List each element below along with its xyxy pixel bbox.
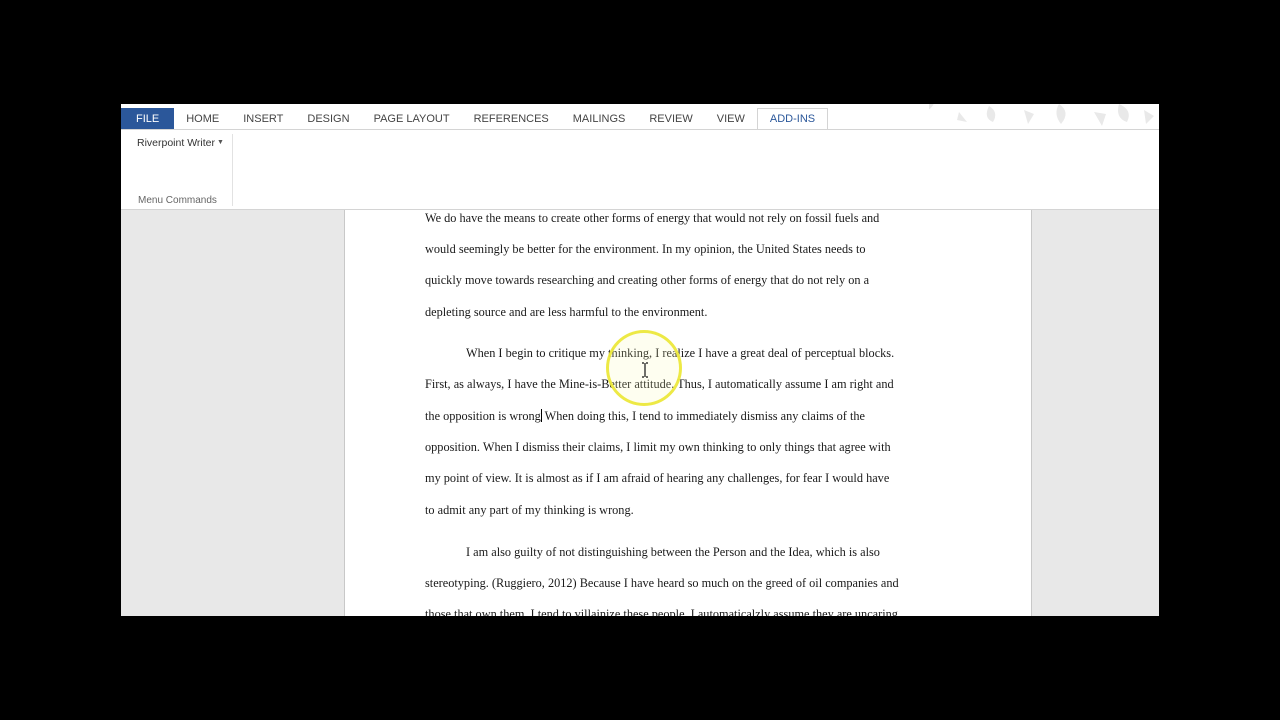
tab-insert[interactable]: INSERT: [231, 108, 295, 130]
text-line: We do have the means to create other for…: [425, 211, 880, 225]
text-line: would seemingly be better for the enviro…: [425, 242, 866, 256]
tab-review[interactable]: REVIEW: [637, 108, 704, 130]
chevron-down-icon: ▼: [217, 139, 224, 146]
tab-page-layout[interactable]: PAGE LAYOUT: [362, 108, 462, 130]
riverpoint-writer-label: Riverpoint Writer: [137, 137, 215, 149]
riverpoint-writer-dropdown[interactable]: Riverpoint Writer ▼: [137, 137, 224, 149]
text-line-with-caret: the opposition is wrong When doing this,…: [425, 408, 865, 424]
tab-design[interactable]: DESIGN: [295, 108, 361, 130]
group-label: Menu Commands: [138, 195, 217, 206]
word-window: FILE HOME INSERT DESIGN PAGE LAYOUT REFE…: [121, 104, 1159, 616]
text-line: stereotyping. (Ruggiero, 2012) Because I…: [425, 576, 899, 590]
text-after-caret: When doing this, I tend to immediately d…: [541, 409, 865, 423]
text-line: When I begin to critique my thinking, I …: [466, 346, 895, 360]
ribbon-tabs: FILE HOME INSERT DESIGN PAGE LAYOUT REFE…: [121, 108, 829, 130]
group-separator: [232, 134, 233, 206]
text-line: opposition. When I dismiss their claims,…: [425, 440, 891, 454]
text-line: I am also guilty of not distinguishing b…: [466, 545, 880, 559]
tab-file[interactable]: FILE: [121, 108, 175, 130]
tab-add-ins[interactable]: ADD-INS: [756, 108, 829, 130]
text-line: my point of view. It is almost as if I a…: [425, 471, 890, 485]
text-line: those that own them, I tend to villainiz…: [425, 607, 898, 616]
document-page[interactable]: We do have the means to create other for…: [344, 210, 1032, 616]
document-area[interactable]: We do have the means to create other for…: [121, 210, 1159, 616]
ribbon-panel: Riverpoint Writer ▼ Menu Commands: [121, 130, 1159, 210]
decorative-leaves: [929, 104, 1154, 126]
text-line: First, as always, I have the Mine-is-Bet…: [425, 377, 894, 391]
tab-mailings[interactable]: MAILINGS: [561, 108, 638, 130]
tab-references[interactable]: REFERENCES: [462, 108, 561, 130]
text-before-caret: the opposition is wrong: [425, 409, 541, 423]
tab-view[interactable]: VIEW: [705, 108, 757, 130]
text-line: depleting source and are less harmful to…: [425, 305, 708, 319]
text-line: quickly move towards researching and cre…: [425, 273, 870, 287]
text-line: to admit any part of my thinking is wron…: [425, 503, 634, 517]
tab-home[interactable]: HOME: [174, 108, 231, 130]
